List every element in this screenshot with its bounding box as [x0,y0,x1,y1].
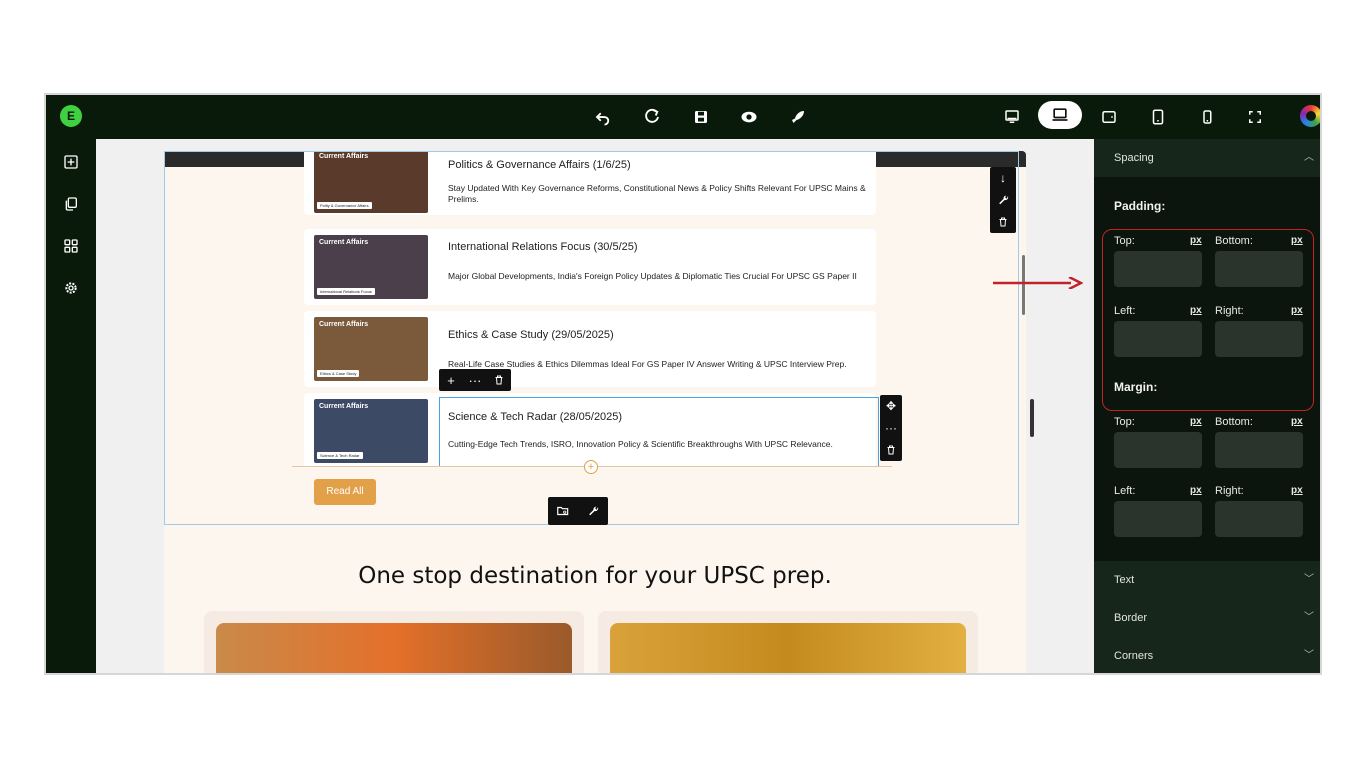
section-side-toolbar: ↓ [990,167,1016,233]
move-icon[interactable]: ✥ [880,395,902,417]
navigator-icon[interactable] [548,497,578,525]
fullscreen-icon[interactable] [1242,104,1268,130]
chevron-down-icon: ﹀ [1304,574,1314,585]
margin-left-label: Left: [1114,485,1136,497]
promo-card[interactable] [598,611,978,673]
delete-icon[interactable] [487,369,511,391]
padding-right-input[interactable] [1215,321,1303,357]
margin-right-input[interactable] [1215,501,1303,537]
spacing-label: Spacing [1114,152,1154,164]
padding-bottom-input[interactable] [1215,251,1303,287]
section-toolbar [548,497,608,525]
padding-right-label: Right: [1215,305,1244,317]
padding-bottom-unit[interactable]: px [1291,235,1303,246]
corners-section-label: Corners [1114,650,1154,662]
margin-left-unit[interactable]: px [1190,485,1202,496]
promo-image [610,623,966,673]
chevron-up-icon: ︿ [1304,152,1314,163]
editor-window: E Current Affairs Polity & Governance Af… [44,93,1322,675]
padding-left-label: Left: [1114,305,1136,317]
pages-icon[interactable] [60,193,82,215]
mobile-icon[interactable] [1194,104,1220,130]
add-icon[interactable]: + [439,369,463,391]
redo-icon[interactable] [639,104,665,130]
padding-top-label: Top: [1114,235,1135,247]
wrench-icon[interactable] [578,497,608,525]
border-section-header[interactable]: Border ﹀ [1094,599,1320,637]
padding-label: Padding: [1114,199,1166,213]
read-all-button[interactable]: Read All [314,479,376,505]
left-sidebar [46,139,96,673]
preview-icon[interactable] [736,104,762,130]
page-canvas: Current Affairs Polity & Governance Affa… [164,151,1026,673]
margin-top-label: Top: [1114,416,1135,428]
corners-section-header[interactable]: Corners ﹀ [1094,637,1320,673]
padding-right-unit[interactable]: px [1291,305,1303,316]
arrow-down-icon[interactable]: ↓ [990,167,1016,189]
padding-top-input[interactable] [1114,251,1202,287]
margin-bottom-input[interactable] [1215,432,1303,468]
element-toolbar: + ··· [439,369,511,391]
margin-label: Margin: [1114,380,1158,394]
laptop-device-button[interactable] [1038,101,1082,129]
app-logo[interactable]: E [60,105,82,127]
promo-card[interactable] [204,611,584,673]
components-icon[interactable] [60,235,82,257]
delete-icon[interactable] [880,439,902,461]
padding-left-input[interactable] [1114,321,1202,357]
undo-icon[interactable] [590,104,616,130]
properties-panel: Spacing ︿ Padding: Top: px Bottom: px Le… [1094,139,1320,673]
margin-right-label: Right: [1215,485,1244,497]
save-icon[interactable] [688,104,714,130]
tablet-landscape-icon[interactable] [1096,104,1122,130]
annotation-arrow-icon [993,277,1083,289]
top-toolbar: E [46,95,1320,139]
border-section-label: Border [1114,612,1148,624]
margin-top-unit[interactable]: px [1190,416,1202,427]
section-headline: One stop destination for your UPSC prep. [358,563,832,589]
element-side-toolbar: ✥ ··· [880,395,902,461]
wrench-icon[interactable] [990,189,1016,211]
padding-left-unit[interactable]: px [1190,305,1202,316]
desktop-icon[interactable] [999,104,1025,130]
margin-bottom-unit[interactable]: px [1291,416,1303,427]
resize-handle[interactable] [1030,399,1034,437]
add-element-icon[interactable] [60,151,82,173]
spacing-header[interactable]: Spacing ︿ [1094,139,1320,177]
padding-bottom-label: Bottom: [1215,235,1253,247]
delete-icon[interactable] [990,211,1016,233]
margin-top-input[interactable] [1114,432,1202,468]
chevron-down-icon: ﹀ [1304,612,1314,623]
margin-left-input[interactable] [1114,501,1202,537]
settings-icon[interactable] [60,277,82,299]
more-icon[interactable]: ··· [463,369,487,391]
tablet-icon[interactable] [1145,104,1171,130]
margin-right-unit[interactable]: px [1291,485,1303,496]
text-section-label: Text [1114,574,1135,586]
laptop-icon [1052,108,1068,121]
spacing-section: Padding: Top: px Bottom: px Left: px Rig… [1094,177,1320,561]
promo-image [216,623,572,673]
chevron-down-icon: ﹀ [1304,650,1314,661]
more-vertical-icon[interactable]: ··· [880,417,902,439]
add-section-icon[interactable]: + [584,460,598,474]
margin-bottom-label: Bottom: [1215,416,1253,428]
color-wheel-icon[interactable] [1300,105,1320,127]
text-section-header[interactable]: Text ﹀ [1094,561,1320,599]
publish-icon[interactable] [785,104,811,130]
padding-top-unit[interactable]: px [1190,235,1202,246]
